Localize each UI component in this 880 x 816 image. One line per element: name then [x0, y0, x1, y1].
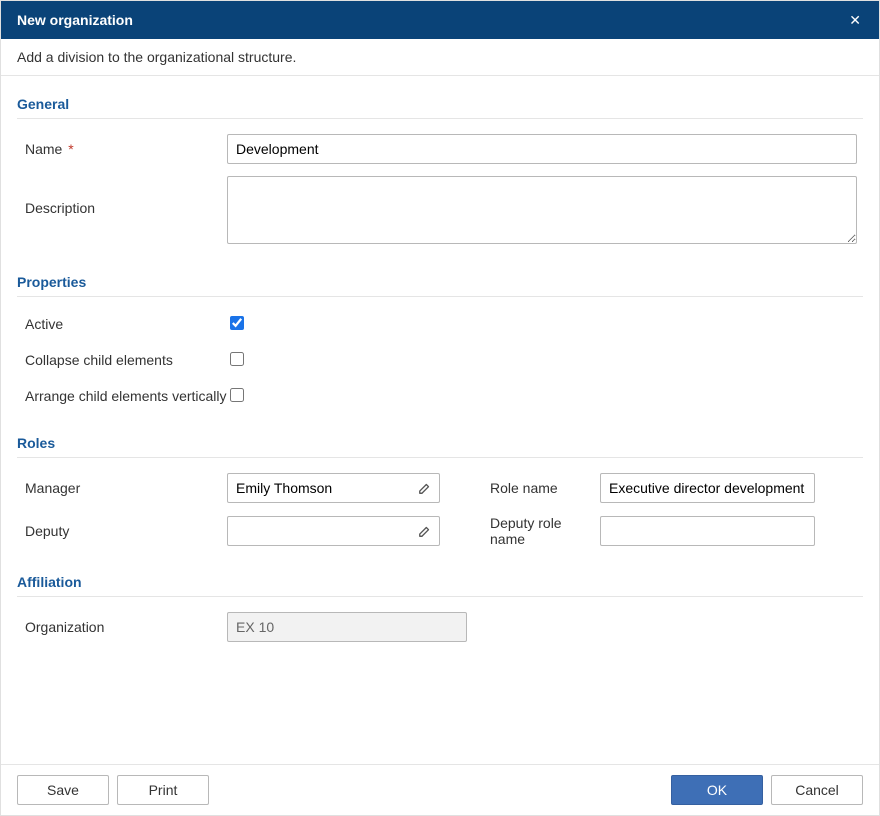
section-title-general: General — [17, 96, 863, 119]
row-deputy: Deputy — [17, 512, 863, 550]
row-name: Name * — [17, 131, 863, 167]
row-active: Active — [17, 309, 863, 339]
dialog-footer: Save Print OK Cancel — [1, 764, 879, 815]
label-organization: Organization — [17, 619, 227, 635]
dialog-subtitle: Add a division to the organizational str… — [1, 39, 879, 76]
label-active: Active — [17, 316, 227, 332]
label-rolename: Role name — [440, 480, 600, 496]
row-organization: Organization — [17, 609, 863, 645]
section-affiliation: Affiliation Organization — [17, 574, 863, 645]
label-description: Description — [17, 176, 227, 216]
manager-input[interactable] — [227, 473, 440, 503]
print-button[interactable]: Print — [117, 775, 209, 805]
arrange-checkbox[interactable] — [230, 388, 244, 402]
dialog-title: New organization — [17, 12, 133, 28]
cancel-button[interactable]: Cancel — [771, 775, 863, 805]
description-textarea[interactable] — [227, 176, 857, 244]
close-icon[interactable]: ✕ — [845, 9, 865, 31]
section-title-properties: Properties — [17, 274, 863, 297]
section-title-roles: Roles — [17, 435, 863, 458]
required-mark: * — [68, 141, 73, 157]
name-input[interactable] — [227, 134, 857, 164]
label-deputy: Deputy — [17, 523, 227, 539]
collapse-checkbox[interactable] — [230, 352, 244, 366]
edit-icon[interactable] — [418, 524, 432, 538]
label-manager: Manager — [17, 480, 227, 496]
label-deputy-rolename: Deputy role name — [440, 515, 600, 547]
section-properties: Properties Active Collapse child element… — [17, 274, 863, 411]
edit-icon[interactable] — [418, 481, 432, 495]
row-arrange: Arrange child elements vertically — [17, 381, 863, 411]
section-roles: Roles Manager — [17, 435, 863, 550]
label-name: Name * — [17, 141, 227, 157]
ok-button[interactable]: OK — [671, 775, 763, 805]
save-button[interactable]: Save — [17, 775, 109, 805]
row-collapse: Collapse child elements — [17, 345, 863, 375]
row-manager: Manager — [17, 470, 863, 506]
row-description: Description — [17, 173, 863, 250]
dialog-content: General Name * Description Properties Ac… — [1, 76, 879, 764]
organization-input — [227, 612, 467, 642]
section-title-affiliation: Affiliation — [17, 574, 863, 597]
rolename-input[interactable] — [600, 473, 815, 503]
section-general: General Name * Description — [17, 96, 863, 250]
dialog-titlebar: New organization ✕ — [1, 1, 879, 39]
label-collapse: Collapse child elements — [17, 352, 227, 368]
deputy-rolename-input[interactable] — [600, 516, 815, 546]
deputy-input[interactable] — [227, 516, 440, 546]
active-checkbox[interactable] — [230, 316, 244, 330]
label-arrange: Arrange child elements vertically — [17, 388, 227, 404]
